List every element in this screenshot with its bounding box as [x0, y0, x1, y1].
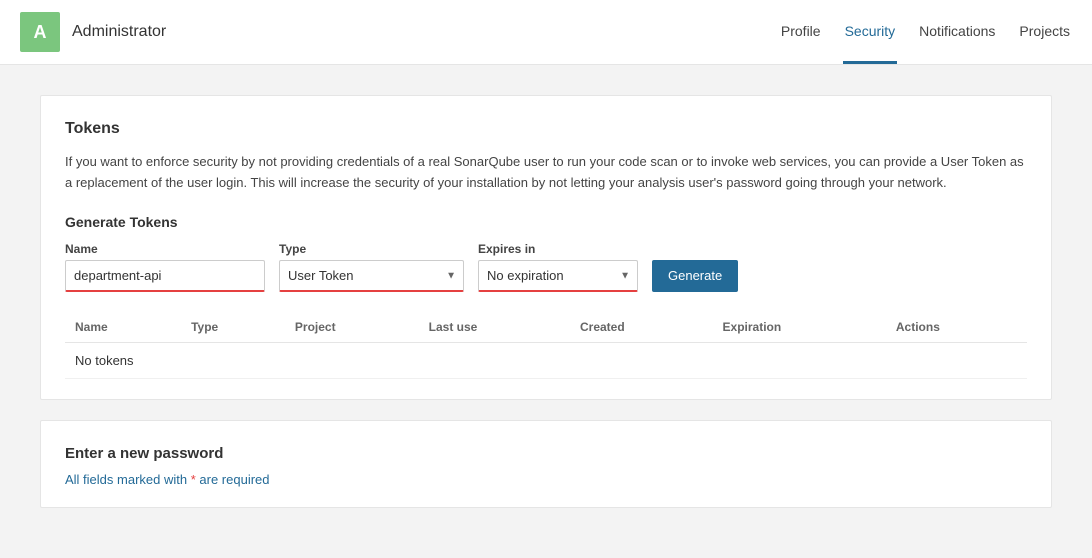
- required-star: *: [191, 472, 196, 487]
- type-label: Type: [279, 242, 464, 256]
- name-label: Name: [65, 242, 265, 256]
- col-actions: Actions: [886, 312, 1027, 343]
- header-left: A Administrator: [20, 12, 166, 52]
- token-name-input[interactable]: [65, 260, 265, 292]
- generate-form-row: Name Type User Token Project Token Globa…: [65, 242, 1027, 292]
- nav-item-projects[interactable]: Projects: [1017, 1, 1072, 64]
- password-card: Enter a new password All fields marked w…: [40, 420, 1052, 508]
- generate-button[interactable]: Generate: [652, 260, 738, 292]
- generate-tokens-title: Generate Tokens: [65, 214, 1027, 230]
- nav-item-profile[interactable]: Profile: [779, 1, 823, 64]
- main-content: Tokens If you want to enforce security b…: [0, 65, 1092, 558]
- col-project: Project: [285, 312, 419, 343]
- tokens-card: Tokens If you want to enforce security b…: [40, 95, 1052, 400]
- avatar: A: [20, 12, 60, 52]
- type-select-wrapper: User Token Project Token Global Analysis…: [279, 260, 464, 292]
- nav-item-notifications[interactable]: Notifications: [917, 1, 997, 64]
- col-expiration: Expiration: [713, 312, 886, 343]
- token-type-select[interactable]: User Token Project Token Global Analysis…: [279, 260, 464, 292]
- col-name: Name: [65, 312, 181, 343]
- expires-form-group: Expires in No expiration 30 days 60 days…: [478, 242, 638, 292]
- expires-label: Expires in: [478, 242, 638, 256]
- no-tokens-message: No tokens: [65, 342, 1027, 378]
- table-header-row: Name Type Project Last use Created Expir…: [65, 312, 1027, 343]
- type-form-group: Type User Token Project Token Global Ana…: [279, 242, 464, 292]
- tokens-card-title: Tokens: [65, 120, 1027, 138]
- nav-item-security[interactable]: Security: [843, 1, 898, 64]
- admin-name: Administrator: [72, 23, 166, 41]
- tokens-table: Name Type Project Last use Created Expir…: [65, 312, 1027, 379]
- header-nav: Profile Security Notifications Projects: [779, 0, 1072, 64]
- header: A Administrator Profile Security Notific…: [0, 0, 1092, 65]
- col-created: Created: [570, 312, 713, 343]
- table-empty-row: No tokens: [65, 342, 1027, 378]
- tokens-description: If you want to enforce security by not p…: [65, 152, 1027, 194]
- password-card-title: Enter a new password: [65, 445, 1027, 462]
- name-form-group: Name: [65, 242, 265, 292]
- expires-select[interactable]: No expiration 30 days 60 days 90 days: [478, 260, 638, 292]
- col-type: Type: [181, 312, 285, 343]
- required-fields-note: All fields marked with * are required: [65, 472, 1027, 487]
- col-last-use: Last use: [419, 312, 570, 343]
- expires-select-wrapper: No expiration 30 days 60 days 90 days ▼: [478, 260, 638, 292]
